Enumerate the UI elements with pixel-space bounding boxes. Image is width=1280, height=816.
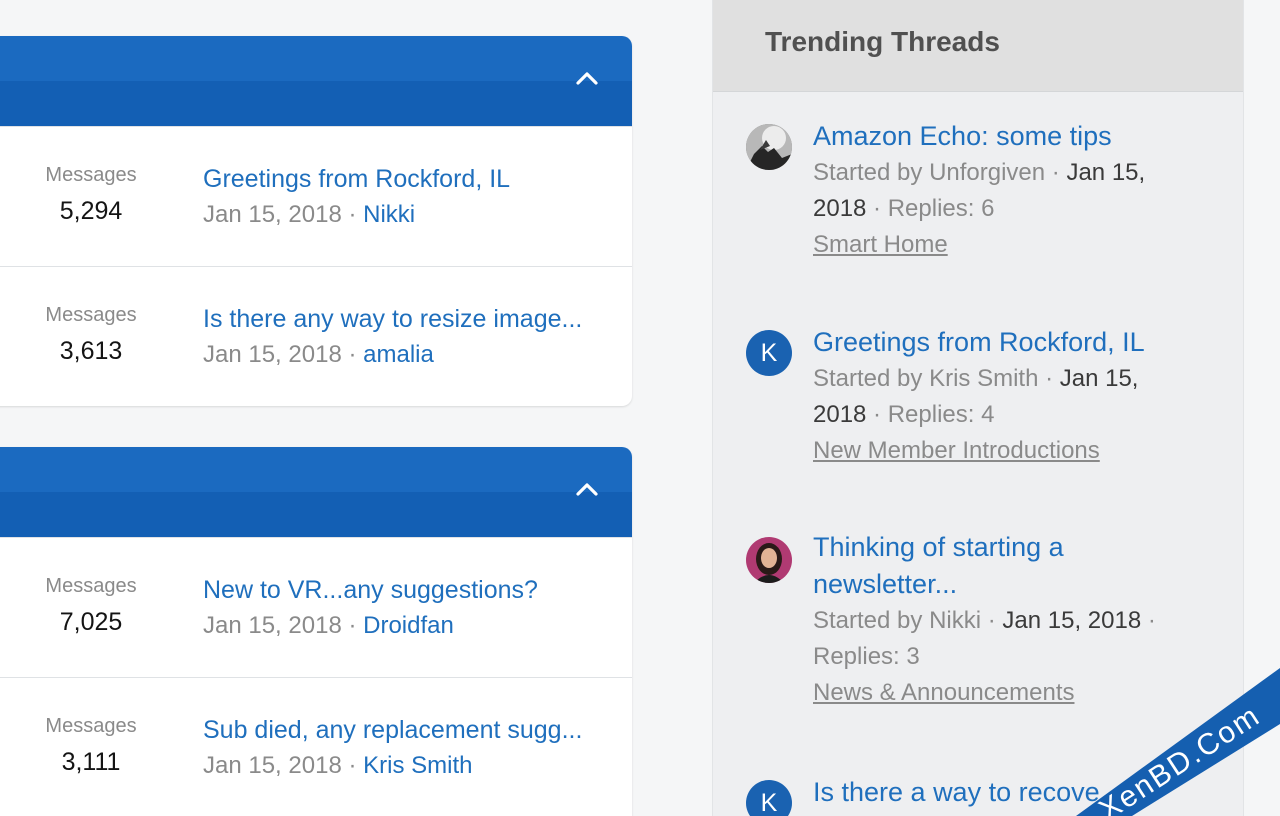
thread-title-link[interactable]: Thinking of starting a newsletter...: [813, 529, 1193, 603]
latest-thread-link[interactable]: Greetings from Rockford, IL: [203, 163, 603, 195]
forum-category-block: Messages 7,025 New to VR...any suggestio…: [0, 447, 632, 816]
thread-meta: 2018 · Replies: 6: [813, 191, 1193, 227]
latest-post: Is there any way to resize image... Jan …: [203, 303, 603, 371]
forum-row: Messages 3,111 Sub died, any replacement…: [0, 677, 632, 816]
forum-stats: Messages 3,111: [20, 714, 162, 778]
avatar[interactable]: [746, 124, 792, 170]
stat-value: 7,025: [59, 608, 123, 636]
avatar[interactable]: [746, 537, 792, 583]
latest-user-link[interactable]: Droidfan: [363, 612, 454, 639]
stat-label: Messages: [45, 715, 137, 737]
thread-body: Amazon Echo: some tips Started by Unforg…: [813, 118, 1193, 263]
latest-date: Jan 15, 2018: [203, 341, 342, 368]
thread-meta: 2018 · Replies: 4: [813, 397, 1193, 433]
stat-value: 3,613: [59, 337, 123, 365]
stat-label: Messages: [45, 575, 137, 597]
forum-category-block: Messages 5,294 Greetings from Rockford, …: [0, 36, 632, 406]
latest-meta: Jan 15, 2018 · Kris Smith: [203, 752, 473, 779]
chevron-up-icon[interactable]: [572, 475, 602, 505]
forum-list: Messages 5,294 Greetings from Rockford, …: [0, 0, 632, 816]
latest-date: Jan 15, 2018: [203, 612, 342, 639]
latest-user-link[interactable]: amalia: [363, 341, 434, 368]
thread-forum-link[interactable]: Smart Home: [813, 227, 1193, 263]
latest-user-link[interactable]: Nikki: [363, 201, 415, 228]
thread-starter: Started by Unforgiven ·: [813, 159, 1067, 186]
forum-stats: Messages 7,025: [20, 574, 162, 638]
thread-title-link[interactable]: Is there a way to recove: [813, 774, 1253, 811]
thread-body: Is there a way to recove: [813, 774, 1253, 811]
thread-title-line: newsletter...: [813, 569, 958, 599]
user-photo-icon: [746, 537, 792, 583]
latest-thread-link[interactable]: New to VR...any suggestions?: [203, 574, 603, 606]
stat-value: 5,294: [59, 197, 123, 225]
latest-thread-link[interactable]: Is there any way to resize image...: [203, 303, 603, 335]
latest-user-link[interactable]: Kris Smith: [363, 752, 472, 779]
widget-header: Trending Threads: [713, 0, 1243, 92]
chevron-up-icon[interactable]: [572, 64, 602, 94]
latest-date: Jan 15, 2018: [203, 201, 342, 228]
thread-replies: · Replies: 6: [866, 195, 995, 222]
trending-threads-widget: Trending Threads Amazon Echo: some tips …: [712, 0, 1244, 816]
latest-date: Jan 15, 2018: [203, 752, 342, 779]
thread-starter: Started by Nikki ·: [813, 607, 1003, 634]
latest-meta: Jan 15, 2018 · Droidfan: [203, 612, 454, 639]
thread-replies: · Replies: 4: [866, 401, 995, 428]
forum-row: Messages 7,025 New to VR...any suggestio…: [0, 537, 632, 677]
forum-row: Messages 5,294 Greetings from Rockford, …: [0, 126, 632, 266]
forum-row: Messages 3,613 Is there any way to resiz…: [0, 266, 632, 406]
thread-starter: Started by Kris Smith ·: [813, 365, 1060, 392]
thread-title-link[interactable]: Greetings from Rockford, IL: [813, 324, 1193, 361]
thread-date: Jan 15,: [1059, 365, 1139, 392]
latest-post: New to VR...any suggestions? Jan 15, 201…: [203, 574, 603, 642]
latest-post: Greetings from Rockford, IL Jan 15, 2018…: [203, 163, 603, 231]
stat-label: Messages: [45, 164, 137, 186]
thread-meta-sep: ·: [1141, 607, 1156, 634]
thread-date-year: 2018: [813, 195, 867, 222]
latest-thread-link[interactable]: Sub died, any replacement sugg...: [203, 714, 603, 746]
category-header: [0, 36, 632, 126]
stat-label: Messages: [45, 304, 137, 326]
thread-meta: Started by Kris Smith · Jan 15,: [813, 361, 1193, 397]
avatar[interactable]: K: [746, 780, 792, 816]
thread-body: Thinking of starting a newsletter... Star…: [813, 529, 1193, 711]
thread-date: Jan 15, 2018: [1002, 607, 1142, 634]
category-header: [0, 447, 632, 537]
latest-meta: Jan 15, 2018 · Nikki: [203, 201, 416, 228]
thread-forum-link[interactable]: New Member Introductions: [813, 433, 1193, 469]
thread-title-line: Thinking of starting a: [813, 532, 1064, 562]
forum-stats: Messages 3,613: [20, 303, 162, 367]
thread-date: Jan 15,: [1066, 159, 1146, 186]
thread-body: Greetings from Rockford, IL Started by K…: [813, 324, 1193, 469]
latest-post: Sub died, any replacement sugg... Jan 15…: [203, 714, 603, 782]
thread-title-link[interactable]: Amazon Echo: some tips: [813, 118, 1193, 155]
widget-title: Trending Threads: [765, 26, 1000, 57]
latest-meta: Jan 15, 2018 · amalia: [203, 341, 434, 368]
forum-stats: Messages 5,294: [20, 163, 162, 227]
thread-meta: Started by Unforgiven · Jan 15,: [813, 155, 1193, 191]
thread-meta: Started by Nikki · Jan 15, 2018 ·: [813, 603, 1193, 639]
thread-replies: Replies: 3: [813, 643, 920, 670]
user-photo-icon: [746, 124, 792, 170]
stat-value: 3,111: [61, 748, 121, 776]
thread-date-year: 2018: [813, 401, 867, 428]
thread-forum-link[interactable]: News & Announcements: [813, 675, 1193, 711]
avatar[interactable]: K: [746, 330, 792, 376]
